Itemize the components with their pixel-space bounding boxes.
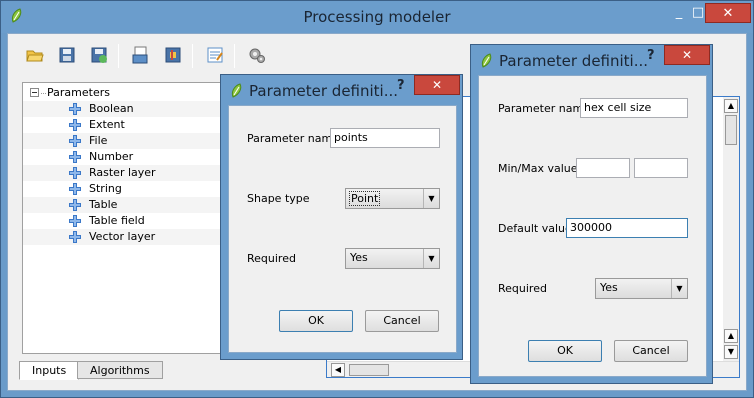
- plus-icon: [69, 199, 81, 211]
- tree-item-label: Table field: [89, 214, 145, 227]
- required-label: Required: [498, 282, 547, 295]
- help-button[interactable]: ?: [397, 78, 405, 93]
- dialog-close-button[interactable]: ✕: [664, 45, 710, 65]
- export-image-icon[interactable]: [132, 46, 150, 64]
- parameter-name-label: Parameter name: [498, 102, 590, 115]
- minimize-button[interactable]: _: [667, 3, 691, 23]
- window-title: Processing modeler: [303, 8, 451, 26]
- toolbar-separator: [192, 44, 193, 68]
- dialog-body: Parameter name hex cell size Min/Max val…: [478, 75, 707, 377]
- tree-root-label: Parameters: [47, 86, 110, 99]
- horizontal-scroll-thumb[interactable]: [349, 364, 389, 376]
- close-button[interactable]: ✕: [705, 3, 751, 23]
- scroll-down-button[interactable]: ▼: [724, 345, 738, 359]
- plus-icon: [69, 183, 81, 195]
- plus-icon: [69, 231, 81, 243]
- ok-button[interactable]: OK: [279, 310, 353, 332]
- title-bar[interactable]: Processing modeler _ □ ✕: [1, 1, 753, 33]
- qgis-logo-icon: [230, 83, 244, 99]
- max-value-input[interactable]: [634, 158, 688, 178]
- collapse-icon[interactable]: [30, 88, 39, 97]
- tree-item-label: Raster layer: [89, 166, 156, 179]
- plus-icon: [69, 215, 81, 227]
- tree-item-label: Boolean: [89, 102, 134, 115]
- required-select[interactable]: Yes ▼: [595, 278, 688, 299]
- plus-icon: [69, 167, 81, 179]
- run-icon[interactable]: [248, 46, 266, 64]
- tree-item-label: File: [89, 134, 108, 147]
- shape-type-label: Shape type: [247, 192, 310, 205]
- min-max-label: Min/Max values: [498, 162, 584, 175]
- vertical-scrollbar[interactable]: ▲ ▲ ▼: [723, 97, 739, 361]
- shape-type-value: Point: [349, 191, 381, 206]
- plus-icon: [69, 103, 81, 115]
- parameter-name-label: Parameter name: [247, 132, 339, 145]
- plus-icon: [69, 151, 81, 163]
- cancel-button[interactable]: Cancel: [614, 340, 688, 362]
- scroll-up-button[interactable]: ▲: [724, 99, 738, 113]
- qgis-logo-icon: [480, 53, 494, 69]
- min-value-input[interactable]: [576, 158, 630, 178]
- parameter-dialog-hex-cell-size: Parameter definiti... ? ✕ Parameter name…: [470, 44, 713, 384]
- save-as-icon[interactable]: [90, 46, 108, 64]
- scroll-up-small-button[interactable]: ▲: [724, 329, 738, 343]
- parameter-dialog-points: Parameter definiti... ? ✕ Parameter name…: [220, 74, 463, 360]
- scroll-left-button[interactable]: ◀: [331, 363, 345, 377]
- save-icon[interactable]: [58, 46, 76, 64]
- tab-algorithms[interactable]: Algorithms: [77, 361, 163, 379]
- dialog-title: Parameter definiti...: [249, 82, 399, 100]
- required-label: Required: [247, 252, 296, 265]
- maximize-button[interactable]: □: [691, 3, 705, 23]
- tree-item-label: String: [89, 182, 122, 195]
- chevron-down-icon: ▼: [423, 249, 439, 268]
- parameter-name-input[interactable]: points: [330, 128, 440, 148]
- toolbar-separator: [234, 44, 235, 68]
- default-value-label: Default value: [498, 222, 572, 235]
- open-icon[interactable]: [26, 46, 44, 64]
- help-button[interactable]: ?: [647, 48, 655, 63]
- required-value: Yes: [600, 281, 618, 294]
- vertical-scroll-thumb[interactable]: [725, 115, 737, 145]
- chevron-down-icon: ▼: [671, 279, 687, 298]
- chevron-down-icon: ▼: [423, 189, 439, 208]
- export-python-icon[interactable]: [164, 46, 182, 64]
- tab-inputs[interactable]: Inputs: [19, 361, 80, 380]
- default-value-input[interactable]: 300000: [566, 218, 688, 238]
- required-value: Yes: [350, 251, 368, 264]
- ok-button[interactable]: OK: [528, 340, 602, 362]
- parameter-name-input[interactable]: hex cell size: [580, 98, 688, 118]
- toolbar-separator: [118, 44, 119, 68]
- plus-icon: [69, 119, 81, 131]
- dialog-close-button[interactable]: ✕: [414, 75, 460, 95]
- dialog-title: Parameter definiti...: [499, 52, 649, 70]
- tree-item-label: Table: [89, 198, 118, 211]
- tree-item-label: Number: [89, 150, 134, 163]
- plus-icon: [69, 135, 81, 147]
- cancel-button[interactable]: Cancel: [365, 310, 439, 332]
- tree-item-label: Vector layer: [89, 230, 156, 243]
- edit-help-icon[interactable]: [206, 46, 224, 64]
- dialog-body: Parameter name points Shape type Point ▼…: [228, 105, 457, 353]
- tree-item-label: Extent: [89, 118, 125, 131]
- required-select[interactable]: Yes ▼: [345, 248, 440, 269]
- shape-type-select[interactable]: Point ▼: [345, 188, 440, 209]
